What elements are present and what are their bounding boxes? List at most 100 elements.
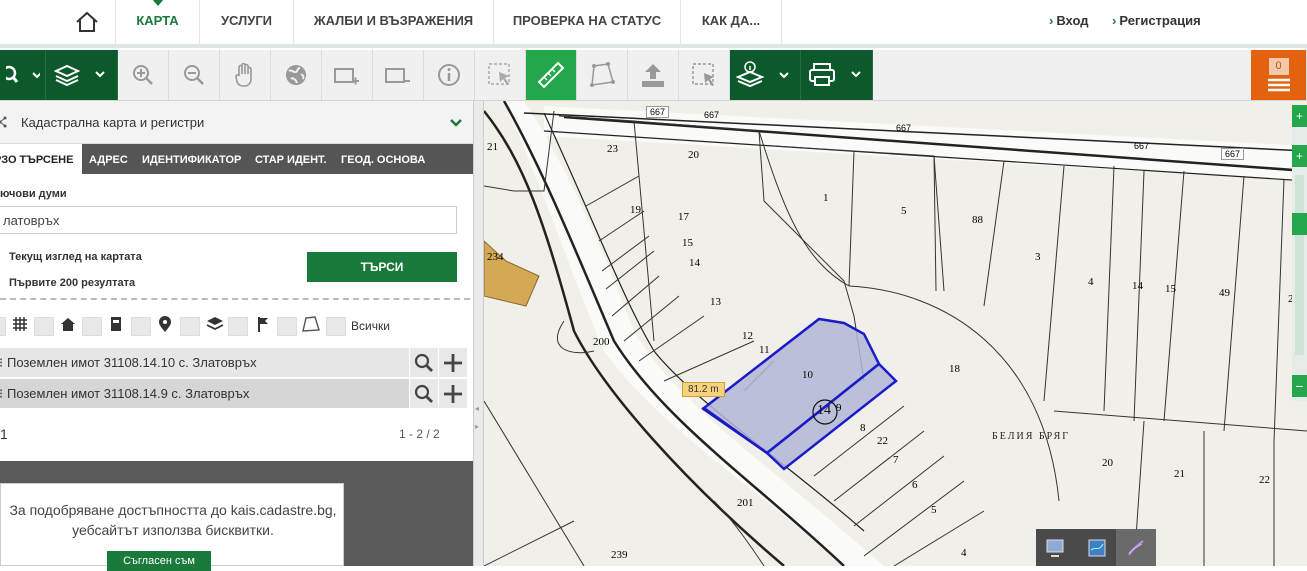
- parcel-number[interactable]: 239: [611, 549, 628, 561]
- parcel-number[interactable]: 4: [961, 547, 967, 559]
- filter-all-label[interactable]: Всички: [351, 319, 390, 333]
- parcel-number[interactable]: 20: [1102, 457, 1113, 469]
- parcel-number[interactable]: 49: [1219, 287, 1230, 299]
- info-button[interactable]: [424, 50, 475, 100]
- parcel-number[interactable]: 3: [1035, 251, 1041, 263]
- parcel-number[interactable]: 11: [759, 344, 770, 356]
- parcel-number[interactable]: 5: [901, 205, 907, 217]
- parcel-number[interactable]: 1: [823, 192, 829, 204]
- filter-checkbox[interactable]: [0, 317, 6, 336]
- slider-top-button[interactable]: +: [1292, 105, 1307, 127]
- tab-old-identifier[interactable]: СТАР ИДЕНТ.: [255, 144, 327, 174]
- nav-how-to[interactable]: КАК ДА...: [680, 0, 782, 44]
- parcel-number[interactable]: 20: [688, 149, 699, 161]
- selection-tool-button[interactable]: [679, 50, 730, 100]
- pan-button[interactable]: [220, 50, 271, 100]
- parcel-number[interactable]: 15: [682, 237, 693, 249]
- panel-header[interactable]: Кадастрална карта и регистри: [0, 101, 473, 144]
- slider-track[interactable]: [1295, 175, 1304, 355]
- layer-info-button[interactable]: [730, 50, 801, 100]
- parcel-number[interactable]: 14: [1132, 280, 1143, 292]
- tab-geodetic-base[interactable]: ГЕОД. ОСНОВА: [341, 144, 425, 174]
- parcel-number[interactable]: 22: [877, 435, 888, 447]
- parcel-number[interactable]: 7: [893, 454, 899, 466]
- cookie-accept-button[interactable]: Съгласен съм: [107, 551, 211, 571]
- filter-checkbox[interactable]: [34, 317, 54, 336]
- remove-area-button[interactable]: [373, 50, 424, 100]
- layers-tool-button[interactable]: [46, 50, 118, 100]
- search-button[interactable]: ТЪРСИ: [307, 252, 457, 282]
- home-button[interactable]: [60, 0, 114, 44]
- measure-label: 81.2 m: [682, 382, 725, 397]
- parcel-number[interactable]: 88: [972, 214, 983, 226]
- add-area-button[interactable]: [322, 50, 373, 100]
- parcel-number[interactable]: 5: [931, 504, 937, 516]
- parcel-number[interactable]: 15: [1165, 283, 1176, 295]
- draw-polygon-button[interactable]: [577, 50, 628, 100]
- result-zoom-button[interactable]: [410, 348, 438, 377]
- measure-button[interactable]: [526, 50, 577, 100]
- page-number[interactable]: 1: [0, 426, 8, 442]
- parcel-number[interactable]: 14: [689, 257, 700, 269]
- tab-identifier[interactable]: ИДЕНТИФИКАТОР: [142, 144, 241, 174]
- parcel-number[interactable]: 21: [1174, 468, 1185, 480]
- parcel-number[interactable]: 19: [630, 204, 641, 216]
- result-item[interactable]: ⁝ Поземлен имот 31108.14.10 с. Златовръх: [0, 348, 409, 377]
- parcel-number[interactable]: 23: [607, 143, 618, 155]
- select-object-button[interactable]: [475, 50, 526, 100]
- zoom-out-button[interactable]: [169, 50, 220, 100]
- filter-checkbox[interactable]: [82, 317, 102, 336]
- parcel-number[interactable]: 200: [593, 336, 610, 348]
- keywords-input[interactable]: [0, 206, 457, 234]
- slider-plus-button[interactable]: +: [1292, 145, 1307, 167]
- filter-checkbox[interactable]: [326, 317, 346, 336]
- tab-quick-search[interactable]: РЗО ТЪРСЕНЕ: [0, 144, 82, 174]
- filter-checkbox[interactable]: [180, 317, 200, 336]
- filter-checkbox[interactable]: [277, 317, 297, 336]
- parcel-number[interactable]: 9: [836, 402, 842, 414]
- menu-button[interactable]: 0: [1251, 50, 1307, 100]
- filter-checkbox[interactable]: [228, 317, 248, 336]
- slider-handle[interactable]: [1292, 213, 1307, 235]
- parcel-number[interactable]: 201: [737, 497, 754, 509]
- nav-status-check[interactable]: ПРОВЕРКА НА СТАТУС: [493, 0, 680, 44]
- result-item[interactable]: ⁝ Поземлен имот 31108.14.9 с. Златовръх: [0, 379, 409, 408]
- parcel-number[interactable]: 18: [949, 363, 960, 375]
- map-canvas[interactable]: [484, 101, 1307, 566]
- cadastral-map[interactable]: 81.2 m 667 667 667 667 667 БЕЛИЯ БРЯГ 14…: [484, 101, 1307, 566]
- result-add-button[interactable]: [439, 379, 467, 408]
- register-link[interactable]: › Регистрация: [1112, 13, 1201, 28]
- filter-checkbox[interactable]: [131, 317, 151, 336]
- slider-minus-button[interactable]: −: [1292, 375, 1307, 397]
- parcel-number[interactable]: 6: [912, 479, 918, 491]
- panel-resize-handle[interactable]: ◂ ▸: [473, 101, 484, 566]
- search-tool-button[interactable]: [0, 50, 46, 100]
- result-add-button[interactable]: [439, 348, 467, 377]
- nav-map[interactable]: КАРТА: [115, 0, 199, 44]
- globe-button[interactable]: [271, 50, 322, 100]
- tab-address[interactable]: АДРЕС: [89, 144, 128, 174]
- active-layer[interactable]: [1116, 529, 1156, 566]
- parcel-number[interactable]: 21: [487, 141, 498, 153]
- monitor-icon[interactable]: [1045, 538, 1065, 558]
- parcel-number[interactable]: 17: [678, 211, 689, 223]
- parcel-number[interactable]: 8: [860, 422, 866, 434]
- first-results-option[interactable]: Първите 200 резултата: [9, 277, 135, 289]
- parcel-number[interactable]: 13: [710, 296, 721, 308]
- nav-complaints[interactable]: ЖАЛБИ И ВЪЗРАЖЕНИЯ: [293, 0, 493, 44]
- current-view-option[interactable]: Текущ изглед на картата: [9, 251, 142, 263]
- parcel-number[interactable]: 4: [1088, 276, 1094, 288]
- result-zoom-button[interactable]: [410, 379, 438, 408]
- parcel-number[interactable]: 12: [742, 330, 753, 342]
- nav-services[interactable]: УСЛУГИ: [199, 0, 293, 44]
- parcel-number[interactable]: 22: [1259, 474, 1270, 486]
- parcel-number[interactable]: 10: [802, 369, 813, 381]
- chevron-down-icon[interactable]: [449, 118, 463, 128]
- satellite-icon[interactable]: [1087, 538, 1107, 558]
- upload-button[interactable]: [628, 50, 679, 100]
- login-link[interactable]: › Вход: [1049, 13, 1089, 28]
- print-button[interactable]: [801, 50, 873, 100]
- parcel-number[interactable]: 234: [487, 251, 504, 263]
- zoom-slider[interactable]: + + −: [1292, 105, 1307, 401]
- zoom-in-button[interactable]: [118, 50, 169, 100]
